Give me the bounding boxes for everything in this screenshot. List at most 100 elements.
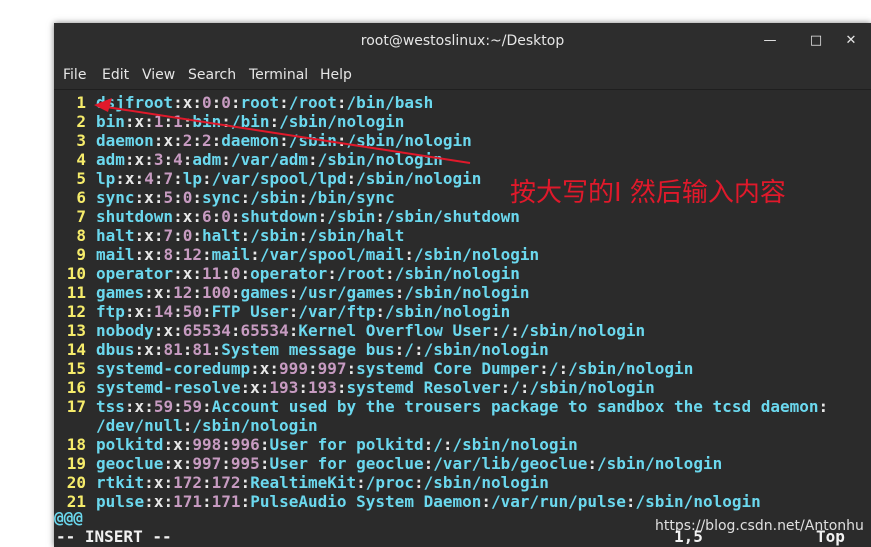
line-number: 21 <box>66 492 86 511</box>
username-field: ftp <box>96 302 125 321</box>
home-field: /sbin <box>288 131 337 150</box>
field-separator: : <box>288 302 299 321</box>
field-separator: : <box>288 321 299 340</box>
uid-field: 5 <box>163 188 174 207</box>
menu-help[interactable]: Help <box>320 67 352 83</box>
shell-field: /sbin/nologin <box>346 131 472 150</box>
field-separator: : <box>500 378 511 397</box>
passwd-line: 10 operator:x:11:0:operator:/root:/sbin/n… <box>54 264 520 283</box>
menu-file[interactable]: File <box>63 67 86 83</box>
field-separator: : <box>356 473 366 492</box>
field-separator: : <box>144 302 154 321</box>
field-separator: : <box>192 131 202 150</box>
field-separator: : <box>124 397 135 416</box>
field-separator: : <box>587 454 597 473</box>
menu-terminal[interactable]: Terminal <box>249 67 308 83</box>
field-separator: : <box>192 188 203 207</box>
field-separator: : <box>404 245 414 264</box>
line-number: 14 <box>66 340 86 359</box>
home-field: /sbin <box>250 226 299 245</box>
uid-field: 11 <box>201 264 222 283</box>
line-number: 6 <box>76 188 86 207</box>
field-separator: : <box>211 340 222 359</box>
field-separator: : <box>269 359 280 378</box>
field-separator: : <box>173 131 183 150</box>
passwd-line: 14 dbus:x:81:81:System message bus:/:/sbi… <box>54 340 549 359</box>
uid-field: 999 <box>279 359 308 378</box>
shell-field: /sbin/shutdown <box>385 207 520 226</box>
field-separator: : <box>153 321 164 340</box>
home-field: / <box>548 359 559 378</box>
field-separator: : <box>385 264 395 283</box>
password-field: x <box>144 226 154 245</box>
field-separator: : <box>192 283 202 302</box>
home-field: /var/ftp <box>298 302 376 321</box>
password-field: x <box>134 112 145 131</box>
field-separator: : <box>173 245 183 264</box>
home-field: /usr/games <box>298 283 395 302</box>
field-separator: : <box>163 283 174 302</box>
field-separator: : <box>491 321 501 340</box>
username-field: daemon <box>96 131 154 150</box>
title-bar[interactable]: root@westoslinux:~/Desktop — □ ✕ <box>54 23 871 61</box>
shell-field: /sbin/nologin <box>519 321 646 340</box>
username-field: dsjfroot <box>96 93 174 112</box>
uid-field: 193 <box>269 378 299 397</box>
shell-field: /sbin/nologin <box>568 359 694 378</box>
line-number: 2 <box>76 112 86 131</box>
field-separator: : <box>336 131 347 150</box>
uid-field: 172 <box>173 473 202 492</box>
password-field: x <box>163 131 174 150</box>
field-separator: : <box>375 207 386 226</box>
gid-field: 0 <box>182 226 193 245</box>
field-separator: : <box>230 207 241 226</box>
menu-view[interactable]: View <box>142 67 175 83</box>
username-field: shutdown <box>96 207 174 226</box>
field-separator: : <box>163 454 174 473</box>
minimize-button[interactable]: — <box>761 32 779 50</box>
terminal-content[interactable]: @@@ -- INSERT -- 1,5 Top 1 dsjfroot:x:0:0… <box>54 90 871 547</box>
field-separator: : <box>259 454 270 473</box>
menu-edit[interactable]: Edit <box>102 67 129 83</box>
gecos-field: Kernel Overflow User <box>298 321 491 340</box>
field-separator: : <box>202 492 212 511</box>
field-separator: : <box>394 340 405 359</box>
field-separator: : <box>346 169 357 188</box>
gecos-field: bin <box>192 112 222 131</box>
gecos-field: shutdown <box>240 207 318 226</box>
password-field: x <box>250 378 260 397</box>
maximize-button[interactable]: □ <box>807 32 825 50</box>
username-field: mail <box>96 245 135 264</box>
field-separator: : <box>298 378 308 397</box>
field-separator: : <box>375 302 386 321</box>
field-separator: : <box>163 492 174 511</box>
gid-field: 12 <box>182 245 202 264</box>
gecos-field: daemon <box>221 131 280 150</box>
menu-search[interactable]: Search <box>188 67 236 83</box>
passwd-line: 9 mail:x:8:12:mail:/var/spool/mail:/sbin/… <box>54 245 539 264</box>
field-separator: : <box>124 150 135 169</box>
field-separator: : <box>173 302 183 321</box>
username-field: tss <box>96 397 125 416</box>
field-separator: : <box>173 321 183 340</box>
field-separator: : <box>144 112 154 131</box>
gecos-field: lp <box>182 169 203 188</box>
field-separator: : <box>144 283 154 302</box>
line-number: 7 <box>76 207 86 226</box>
field-separator: : <box>182 112 193 131</box>
password-field: x <box>134 302 145 321</box>
passwd-line: 3 daemon:x:2:2:daemon:/sbin:/sbin/nologin <box>54 131 472 150</box>
gid-field: 997 <box>317 359 347 378</box>
gecos-field: root <box>240 93 280 112</box>
field-separator: : <box>240 378 251 397</box>
passwd-line: 6 sync:x:5:0:sync:/sbin:/bin/sync <box>54 188 394 207</box>
field-separator: : <box>202 169 212 188</box>
field-separator: : <box>250 359 260 378</box>
close-button[interactable]: ✕ <box>842 32 860 50</box>
password-field: x <box>134 397 145 416</box>
field-separator: : <box>173 226 183 245</box>
uid-field: 59 <box>153 397 174 416</box>
field-separator: : <box>124 302 135 321</box>
field-separator: : <box>394 283 405 302</box>
gecos-field: sync <box>202 188 241 207</box>
